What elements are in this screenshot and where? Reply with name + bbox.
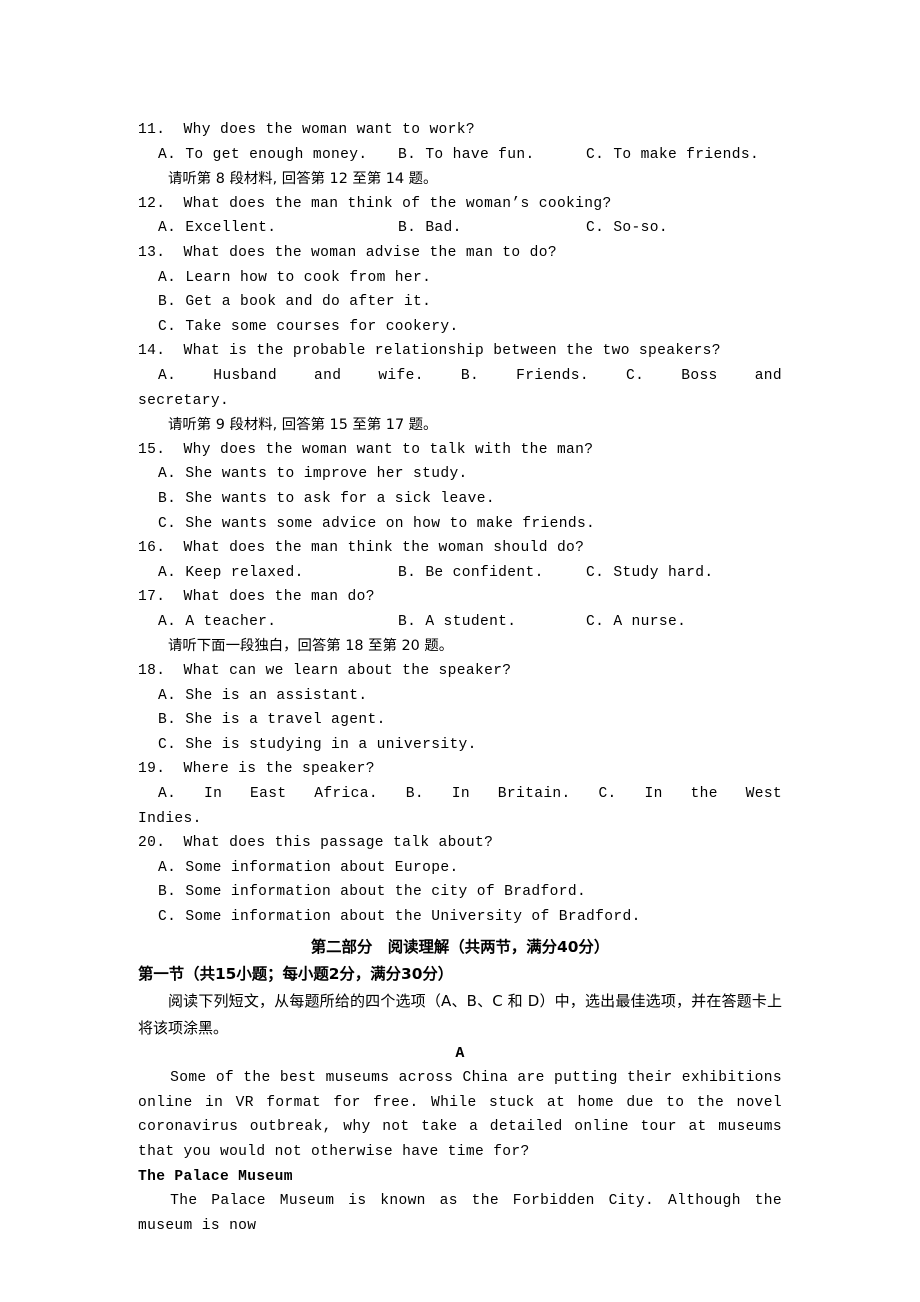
question-14-option-a[interactable]: A. Husband and wife. [158,368,424,384]
passage-intro-paragraph: Some of the best museums across China ar… [138,1070,782,1160]
question-14-options: A. Husband and wife. B. Friends. C. Boss… [138,364,782,389]
passage-subheading-palace-museum: The Palace Museum [138,1168,293,1185]
question-19-option-c-word-2[interactable]: the [690,786,717,802]
question-16-option-c[interactable]: C. Study hard. [586,561,714,586]
question-19-option-c-word-1[interactable]: In [644,786,662,802]
question-16-option-b[interactable]: B. Be confident. [398,561,544,586]
question-18-option-c[interactable]: C. She is studying in a university. [138,733,782,758]
question-14-option-c-continuation[interactable]: secretary. [138,389,782,414]
question-17-option-c[interactable]: C. A nurse. [586,610,686,635]
question-15-option-a[interactable]: A. She wants to improve her study. [138,462,782,487]
question-13-option-c[interactable]: C. Take some courses for cookery. [138,315,782,340]
question-19-option-b[interactable]: B. In Britain. [406,786,571,802]
question-17-option-b[interactable]: B. A student. [398,610,516,635]
question-11-option-c[interactable]: C. To make friends. [586,143,759,168]
question-11-option-a[interactable]: A. To get enough money. [158,143,367,168]
question-17-stem: 17. What does the man do? [138,589,375,606]
question-20-option-b[interactable]: B. Some information about the city of Br… [138,880,782,905]
question-20-option-a[interactable]: A. Some information about Europe. [138,856,782,881]
question-20-stem: 20. What does this passage talk about? [138,835,494,852]
reading-section-one-title: 第一节（共15小题；每小题2分，满分30分） [138,964,454,983]
question-19-stem: 19. Where is the speaker? [138,761,375,778]
question-14-option-b[interactable]: B. Friends. [461,368,589,384]
question-18-stem: 18. What can we learn about the speaker? [138,663,512,680]
question-18-option-a[interactable]: A. She is an assistant. [138,684,782,709]
question-12-option-a[interactable]: A. Excellent. [158,216,276,241]
question-15-option-b[interactable]: B. She wants to ask for a sick leave. [138,487,782,512]
listening-instruction-monologue: 请听下面一段独白，回答第 18 至第 20 题。 [168,638,454,655]
question-13-stem: 13. What does the woman advise the man t… [138,244,557,261]
question-16-stem: 16. What does the man think the woman sh… [138,540,585,557]
question-15-stem: 15. Why does the woman want to talk with… [138,441,594,458]
question-12-option-c[interactable]: C. So-so. [586,216,668,241]
reading-part-title: 第二部分 阅读理解（共两节，满分40分） [310,937,610,956]
question-14-stem: 14. What is the probable relationship be… [138,343,721,360]
question-14-option-c-word-2[interactable]: and [755,368,782,384]
question-15-option-c[interactable]: C. She wants some advice on how to make … [138,512,782,537]
question-19-option-c-lead[interactable]: C. [598,786,616,802]
question-14-option-c-lead[interactable]: C. [626,368,644,384]
question-11-options: A. To get enough money. B. To have fun. … [138,143,782,168]
question-12-stem: 12. What does the man think of the woman… [138,195,612,212]
reading-section-one-instruction: 阅读下列短文，从每题所给的四个选项（A、B、C 和 D）中，选出最佳选项，并在答… [138,991,782,1037]
question-19-options: A. In East Africa. B. In Britain. C. In … [138,782,782,807]
question-18-option-b[interactable]: B. She is a travel agent. [138,708,782,733]
question-16-option-a[interactable]: A. Keep relaxed. [158,561,304,586]
question-17-options: A. A teacher. B. A student. C. A nurse. [138,610,782,635]
question-17-option-a[interactable]: A. A teacher. [158,610,276,635]
question-13-option-a[interactable]: A. Learn how to cook from her. [138,266,782,291]
question-12-option-b[interactable]: B. Bad. [398,216,462,241]
question-20-option-c[interactable]: C. Some information about the University… [138,905,782,930]
question-12-options: A. Excellent. B. Bad. C. So-so. [138,216,782,241]
exam-page-content: 11. Why does the woman want to work? A. … [138,118,782,1238]
listening-instruction-dialogue-9: 请听第 9 段材料, 回答第 15 至第 17 题。 [168,417,438,434]
question-19-option-c-continuation[interactable]: Indies. [138,807,782,832]
question-13-option-b[interactable]: B. Get a book and do after it. [138,290,782,315]
passage-letter-heading: A [455,1044,465,1062]
question-19-option-c-word-3[interactable]: West [746,786,782,802]
question-14-option-c-word-1[interactable]: Boss [681,368,717,384]
question-11-stem: 11. Why does the woman want to work? [138,122,475,138]
listening-instruction-dialogue-8: 请听第 8 段材料, 回答第 12 至第 14 题。 [168,171,438,188]
question-16-options: A. Keep relaxed. B. Be confident. C. Stu… [138,561,782,586]
passage-palace-museum-paragraph: The Palace Museum is known as the Forbid… [138,1193,782,1234]
question-19-option-a[interactable]: A. In East Africa. [158,786,378,802]
question-11-option-b[interactable]: B. To have fun. [398,143,535,168]
